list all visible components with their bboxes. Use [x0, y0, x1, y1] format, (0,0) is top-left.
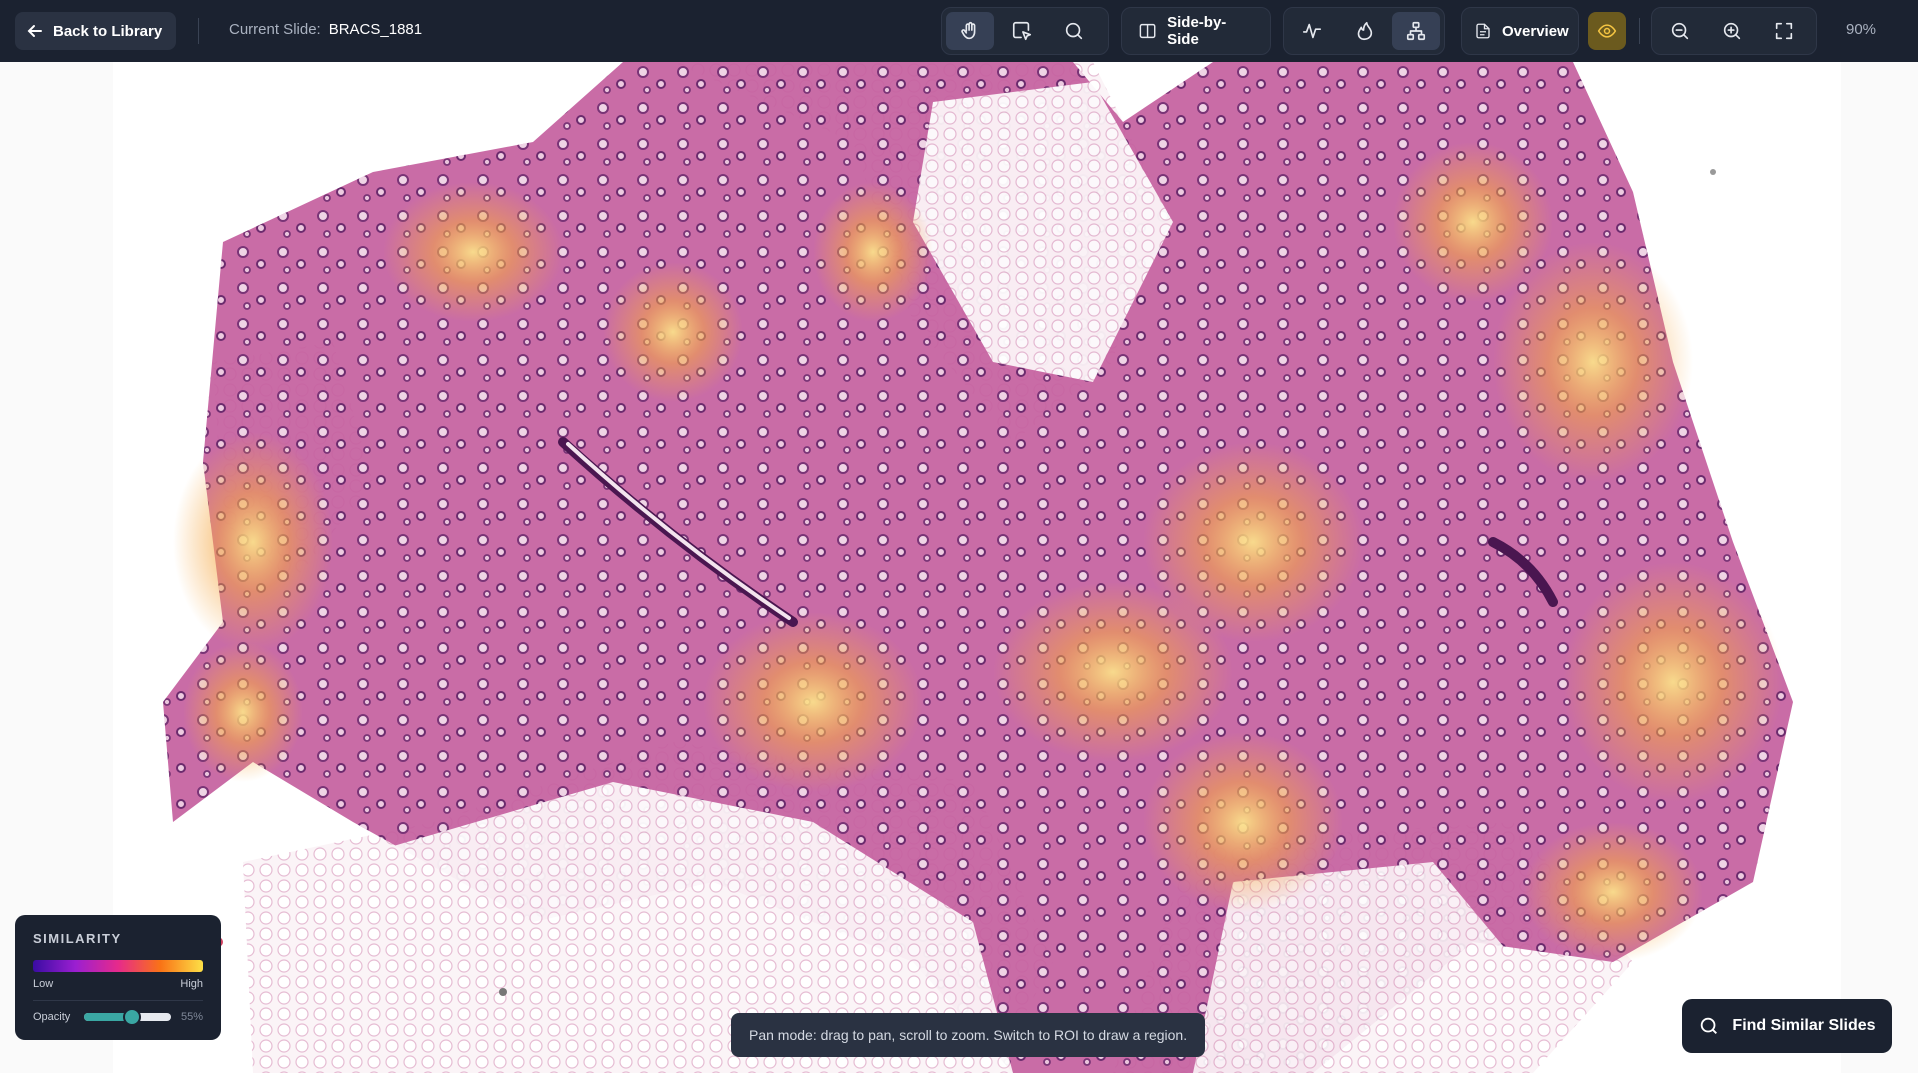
flame-icon: [1357, 21, 1373, 41]
back-button-label: Back to Library: [53, 22, 163, 40]
fullscreen-icon: [1775, 22, 1793, 40]
legend-low-label: Low: [33, 978, 54, 990]
graph-icon: [1406, 21, 1426, 41]
opacity-slider[interactable]: [84, 1008, 171, 1026]
similarity-legend: SIMILARITY Low High Opacity 55%: [15, 915, 221, 1040]
eye-icon: [1597, 24, 1617, 38]
mode-hint-toast: Pan mode: drag to pan, scroll to zoom. S…: [731, 1013, 1206, 1057]
opacity-label: Opacity: [33, 1011, 71, 1023]
back-to-library-button[interactable]: Back to Library: [15, 12, 177, 50]
slide-viewer[interactable]: SIMILARITY Low High Opacity 55% Pan mode…: [0, 62, 1918, 1073]
current-slide-value: BRACS_1881: [328, 21, 423, 38]
search-tool-button[interactable]: [1050, 12, 1098, 50]
side-by-side-button[interactable]: Side-by-Side: [1126, 12, 1266, 50]
activity-button[interactable]: [1288, 12, 1336, 50]
legend-range: Low High: [33, 978, 203, 990]
mode-tool-group: [941, 7, 1109, 55]
zoom-level: 90%: [1846, 21, 1877, 38]
similarity-gradient: [33, 960, 203, 972]
arrow-left-icon: [27, 25, 42, 37]
opacity-slider-thumb[interactable]: [122, 1008, 141, 1026]
legend-title: SIMILARITY: [33, 931, 122, 946]
current-slide: Current Slide: BRACS_1881: [229, 21, 422, 38]
roi-tool-button[interactable]: [998, 12, 1046, 50]
divider: [198, 18, 199, 44]
opacity-control: Opacity 55%: [33, 1008, 203, 1026]
top-toolbar: Back to Library Current Slide: BRACS_1881…: [0, 0, 1918, 62]
search-icon: [1701, 1017, 1718, 1034]
find-similar-label: Find Similar Slides: [1732, 1017, 1876, 1034]
view-mode-group: Side-by-Side: [1121, 7, 1271, 55]
slide-canvas[interactable]: [113, 62, 1841, 1073]
find-similar-slides-button[interactable]: Find Similar Slides: [1682, 999, 1892, 1053]
current-slide-label: Current Slide:: [229, 21, 321, 38]
divider: [1639, 18, 1640, 44]
document-icon: [1476, 23, 1490, 39]
legend-high-label: High: [180, 978, 203, 990]
activity-icon: [1302, 23, 1322, 39]
fullscreen-button[interactable]: [1760, 12, 1808, 50]
split-view-icon: [1139, 23, 1156, 39]
roi-select-icon: [1012, 21, 1032, 41]
overview-group: Overview: [1461, 7, 1579, 55]
tissue-slide-image: [163, 62, 1793, 1073]
graph-button[interactable]: [1392, 12, 1440, 50]
zoom-in-button[interactable]: [1708, 12, 1756, 50]
search-icon: [1065, 22, 1083, 40]
overview-label: Overview: [1502, 22, 1569, 40]
analysis-tool-group: [1283, 7, 1445, 55]
overview-button[interactable]: Overview: [1466, 12, 1577, 50]
hand-icon: [961, 21, 976, 40]
toggle-overlay-button[interactable]: [1588, 12, 1626, 50]
legend-divider: [33, 1000, 203, 1001]
toast-message: Pan mode: drag to pan, scroll to zoom. S…: [749, 1027, 1188, 1043]
side-by-side-label: Side-by-Side: [1167, 14, 1227, 48]
zoom-tool-group: [1651, 7, 1817, 55]
heatmap-button[interactable]: [1340, 12, 1388, 50]
zoom-out-button[interactable]: [1656, 12, 1704, 50]
zoom-out-icon: [1671, 22, 1689, 40]
opacity-value: 55%: [180, 1011, 203, 1023]
pan-tool-button[interactable]: [946, 12, 994, 50]
zoom-in-icon: [1723, 22, 1741, 40]
